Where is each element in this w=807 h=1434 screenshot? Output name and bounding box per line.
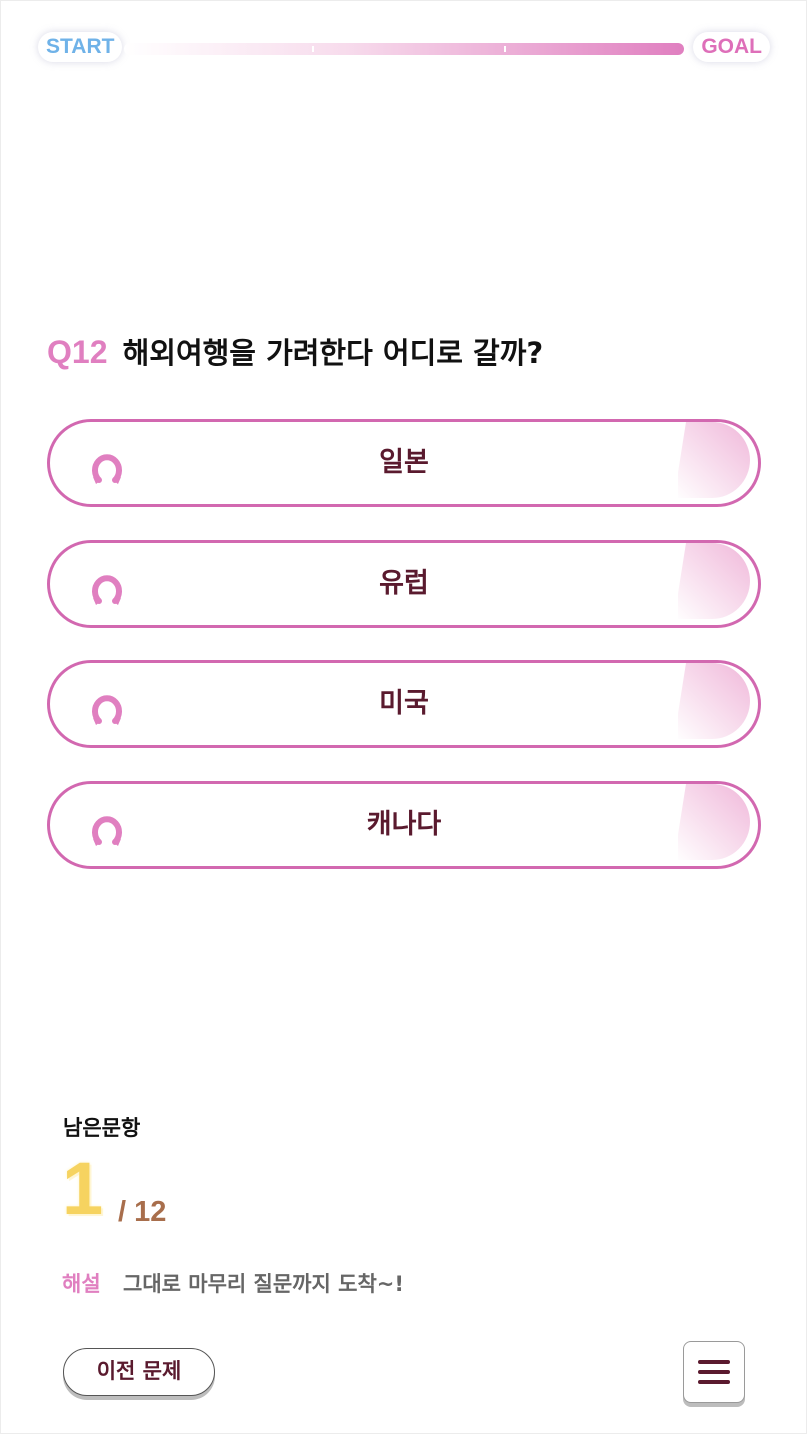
question-number: Q12 (47, 334, 108, 370)
goal-badge: GOAL (693, 32, 770, 62)
menu-button[interactable] (683, 1341, 745, 1403)
question-text: 해외여행을 가려한다 어디로 갈까? (122, 336, 544, 370)
answer-option-1[interactable]: 일본 (47, 419, 761, 507)
answer-option-label: 미국 (379, 688, 429, 719)
remaining-count: 1 (62, 1147, 104, 1230)
answer-option-label: 캐나다 (366, 809, 442, 840)
option-corner-decoration (678, 784, 750, 860)
question-heading: Q12 해외여행을 가려한다 어디로 갈까? (47, 330, 543, 372)
start-badge: START (38, 32, 123, 62)
option-corner-decoration (678, 422, 750, 498)
hamburger-menu-icon (698, 1370, 730, 1374)
explanation-text: 그대로 마무리 질문까지 도착~! (123, 1272, 404, 1296)
answer-option-3[interactable]: 미국 (47, 660, 761, 748)
progress-bar: START GOAL (38, 30, 770, 66)
remaining-total: / 12 (118, 1196, 167, 1228)
progress-track (124, 43, 684, 55)
answer-option-2[interactable]: 유럽 (47, 540, 761, 628)
option-corner-decoration (678, 663, 750, 739)
remaining-label: 남은문항 (63, 1116, 141, 1140)
progress-tick (312, 46, 314, 52)
answer-option-4[interactable]: 캐나다 (47, 781, 761, 869)
answer-option-label: 유럽 (379, 568, 429, 599)
hamburger-menu-icon (698, 1360, 730, 1364)
progress-tick (504, 46, 506, 52)
previous-question-button[interactable]: 이전 문제 (63, 1348, 215, 1396)
option-corner-decoration (678, 543, 750, 619)
answer-option-label: 일본 (379, 447, 429, 478)
hamburger-menu-icon (698, 1380, 730, 1384)
explanation-title: 해설 (62, 1272, 101, 1296)
